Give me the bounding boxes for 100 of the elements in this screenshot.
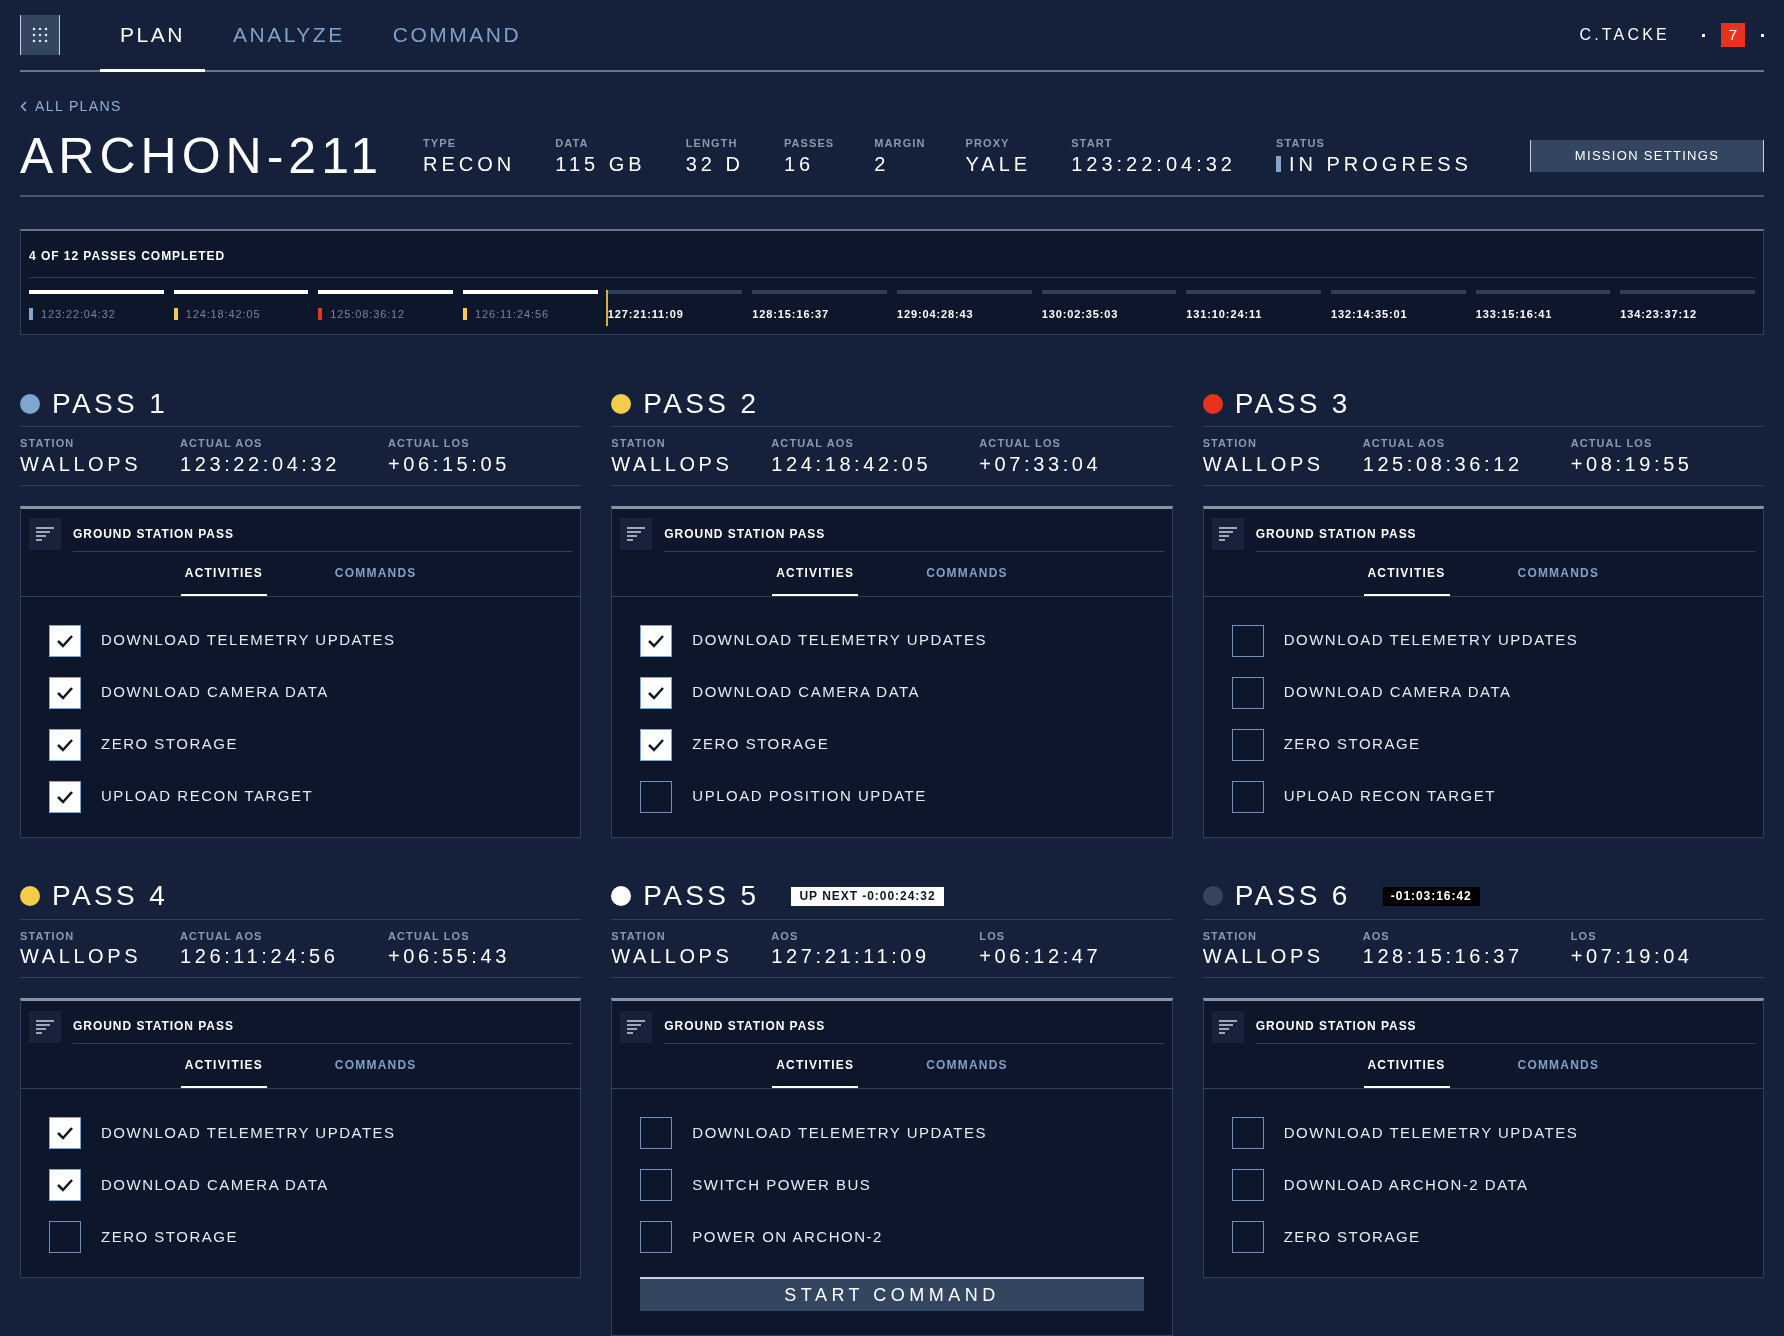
notification-badge[interactable]: 7 — [1721, 23, 1745, 48]
stat-value: 127:21:11:09 — [771, 944, 931, 969]
stat-value: +07:19:04 — [1570, 944, 1694, 969]
activity-label: DOWNLOAD TELEMETRY UPDATES — [692, 630, 987, 651]
stat-label: STATION — [611, 436, 667, 451]
field-value: 16 — [783, 151, 815, 177]
pass-badge: UP NEXT -0:00:24:32 — [791, 886, 944, 906]
checkbox[interactable] — [49, 624, 81, 657]
timeline-time: 124:18:42:05 — [185, 306, 261, 322]
menu-icon[interactable] — [1211, 518, 1244, 550]
mission-settings-button[interactable]: MISSION SETTINGS — [1530, 139, 1764, 172]
checkbox[interactable] — [1231, 728, 1264, 761]
panel-tab[interactable]: COMMANDS — [922, 563, 1012, 596]
menu-icon[interactable] — [29, 518, 61, 550]
checkbox[interactable] — [640, 1117, 673, 1149]
stat-label: ACTUAL AOS — [771, 436, 855, 451]
panel-tab[interactable]: ACTIVITIES — [1363, 1056, 1450, 1088]
checkbox[interactable] — [640, 624, 673, 657]
activity-label: ZERO STORAGE — [692, 734, 830, 755]
stat-value: +07:33:04 — [979, 451, 1103, 477]
checkbox[interactable] — [640, 728, 673, 761]
checkbox[interactable] — [640, 1221, 673, 1253]
field-label: LENGTH — [685, 136, 739, 152]
checkmark-icon — [647, 685, 666, 700]
activity-label: DOWNLOAD TELEMETRY UPDATES — [1283, 1122, 1579, 1143]
activity-label: DOWNLOAD CAMERA DATA — [101, 682, 329, 703]
panel-title: GROUND STATION PASS — [1255, 1009, 1755, 1044]
activity-label: UPLOAD RECON TARGET — [1283, 786, 1496, 807]
stat-value: +06:12:47 — [979, 944, 1103, 969]
panel-tab[interactable]: COMMANDS — [1513, 563, 1604, 596]
checkmark-icon — [56, 737, 74, 752]
field-value: 115 GB — [555, 151, 646, 177]
checkbox[interactable] — [1231, 676, 1264, 709]
stat-value: WALLOPS — [20, 944, 143, 969]
timeline-time: 132:14:35:01 — [1331, 306, 1408, 322]
timeline-title: 4 OF 12 PASSES COMPLETED — [29, 230, 1755, 278]
status-icon — [1275, 156, 1281, 173]
checkbox[interactable] — [49, 676, 81, 709]
timeline-time: 131:10:24:11 — [1186, 306, 1263, 322]
panel-tab[interactable]: ACTIVITIES — [772, 1056, 859, 1088]
activity-label: ZERO STORAGE — [101, 734, 238, 755]
panel-tab[interactable]: COMMANDS — [1513, 1056, 1604, 1088]
timeline-time: 123:22:04:32 — [41, 306, 116, 322]
pass-title: PASS 4 — [52, 882, 169, 910]
panel-tab[interactable]: COMMANDS — [330, 563, 421, 596]
checkbox[interactable] — [1231, 1117, 1264, 1149]
field-label: MARGIN — [874, 136, 926, 152]
menu-icon[interactable] — [620, 1010, 653, 1043]
field-value: 2 — [874, 151, 890, 177]
stat-label: ACTUAL AOS — [1362, 436, 1447, 451]
stat-label: STATION — [611, 928, 667, 944]
stat-label: STATION — [1202, 928, 1258, 944]
timeline-time: 126:11:24:56 — [475, 306, 549, 322]
activity-label: ZERO STORAGE — [1283, 734, 1421, 755]
checkbox[interactable] — [640, 780, 673, 813]
stat-value: WALLOPS — [20, 451, 143, 477]
stat-value: WALLOPS — [1202, 944, 1325, 969]
checkbox[interactable] — [640, 676, 673, 709]
panel-tab[interactable]: COMMANDS — [330, 1056, 421, 1088]
checkbox[interactable] — [49, 728, 81, 761]
checkbox[interactable] — [1231, 624, 1264, 657]
nav-tab[interactable]: ANALYZE — [212, 0, 365, 73]
checkbox[interactable] — [1231, 1169, 1264, 1201]
stat-label: STATION — [20, 928, 76, 944]
checkbox[interactable] — [49, 780, 81, 813]
checkmark-icon — [56, 633, 74, 648]
stat-value: +08:19:55 — [1570, 451, 1694, 477]
all-plans-link[interactable]: ALL PLANS — [35, 96, 122, 118]
checkbox[interactable] — [49, 1169, 81, 1201]
checkbox[interactable] — [1231, 1221, 1264, 1253]
checkbox[interactable] — [49, 1117, 81, 1149]
field-value: IN PROGRESS — [1288, 151, 1472, 177]
menu-icon[interactable] — [29, 1010, 61, 1043]
panel-tab[interactable]: COMMANDS — [922, 1056, 1012, 1088]
checkbox[interactable] — [640, 1169, 673, 1201]
panel-title: GROUND STATION PASS — [73, 516, 573, 552]
menu-icon[interactable] — [1211, 1010, 1244, 1043]
field-label: TYPE — [423, 136, 458, 152]
checkbox[interactable] — [49, 1221, 81, 1253]
activity-label: DOWNLOAD TELEMETRY UPDATES — [101, 1122, 396, 1143]
menu-icon[interactable] — [620, 518, 653, 550]
timeline-time: 125:08:36:12 — [330, 306, 406, 322]
panel-tab[interactable]: ACTIVITIES — [1363, 563, 1450, 596]
activity-label: DOWNLOAD CAMERA DATA — [101, 1174, 329, 1195]
user-name[interactable]: C.TACKE — [1579, 23, 1670, 48]
start-command-button[interactable]: START COMMAND — [640, 1277, 1144, 1311]
nav-tab[interactable]: PLAN — [100, 0, 205, 73]
field-value: 32 D — [685, 151, 744, 177]
pass-title: PASS 5 — [643, 882, 760, 910]
checkbox[interactable] — [1231, 780, 1264, 813]
apps-grid-button[interactable] — [20, 15, 60, 56]
nav-tab[interactable]: COMMAND — [372, 0, 542, 73]
panel-tab[interactable]: ACTIVITIES — [180, 563, 267, 596]
timeline-time: 129:04:28:43 — [897, 306, 974, 322]
panel-tab[interactable]: ACTIVITIES — [180, 1056, 267, 1088]
activity-label: UPLOAD RECON TARGET — [101, 786, 314, 807]
panel-tab[interactable]: ACTIVITIES — [772, 563, 859, 596]
timeline-time: 128:15:16:37 — [752, 306, 829, 322]
checkmark-icon — [56, 1178, 74, 1192]
pass-title: PASS 1 — [52, 389, 169, 418]
